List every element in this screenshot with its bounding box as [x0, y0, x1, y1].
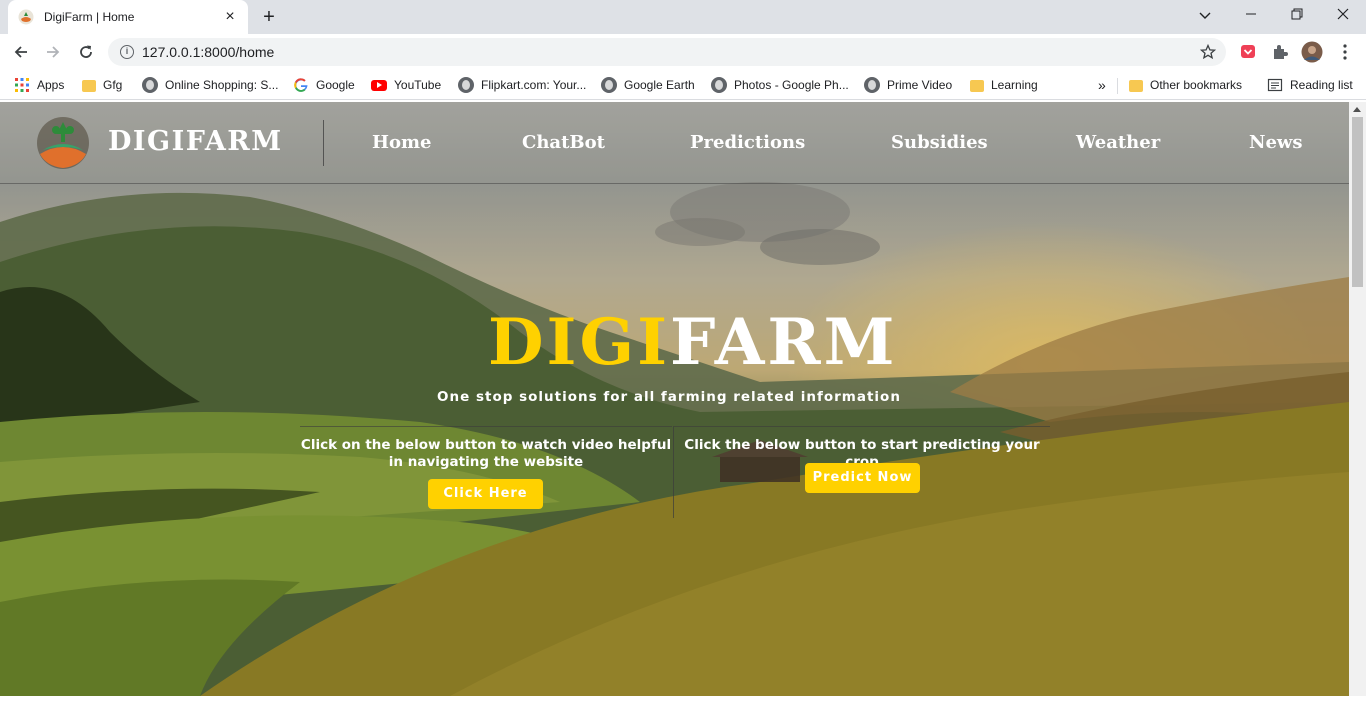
new-tab-icon[interactable]: +: [259, 7, 279, 27]
bookmark-learning[interactable]: Learning: [970, 76, 1038, 94]
bookmarks-divider: [1117, 78, 1118, 94]
bookmarks-overflow-chevron-icon[interactable]: »: [1098, 76, 1106, 94]
globe-icon: [711, 77, 727, 93]
bookmark-label: Prime Video: [887, 78, 953, 92]
reading-list-icon: [1267, 78, 1283, 92]
nav-predictions[interactable]: Predictions: [690, 132, 805, 153]
bookmark-label: Other bookmarks: [1150, 78, 1243, 92]
apps-grid-icon: [15, 78, 29, 92]
browser-menu-icon[interactable]: [1334, 41, 1356, 63]
bookmark-label: Gfg: [103, 78, 123, 92]
back-icon[interactable]: [10, 41, 32, 63]
minimize-icon[interactable]: [1239, 5, 1263, 25]
tab-close-icon[interactable]: ×: [222, 9, 238, 25]
youtube-icon: [371, 79, 387, 91]
nav-chatbot[interactable]: ChatBot: [522, 132, 605, 153]
forward-icon[interactable]: [42, 41, 64, 63]
bookmark-google-earth[interactable]: Google Earth: [601, 76, 695, 94]
bookmark-star-icon[interactable]: [1200, 44, 1216, 60]
bookmark-label: Online Shopping: S...: [165, 78, 279, 92]
nav-subsidies[interactable]: Subsidies: [891, 132, 988, 153]
bookmark-apps[interactable]: Apps: [14, 76, 64, 94]
folder-icon: [970, 80, 984, 92]
hero-title-farm: FARM: [670, 305, 898, 380]
bookmarks-bar: Apps Gfg Online Shopping: S... Google Yo…: [0, 70, 1366, 100]
bookmark-label: Apps: [37, 78, 65, 92]
globe-icon: [864, 77, 880, 93]
bookmark-flipkart[interactable]: Flipkart.com: Your...: [458, 76, 586, 94]
extensions-puzzle-icon[interactable]: [1271, 43, 1289, 61]
bookmark-label: Learning: [991, 78, 1038, 92]
profile-avatar[interactable]: [1301, 41, 1323, 63]
hero-title: DIGIFARM: [488, 307, 897, 379]
predict-now-button[interactable]: Predict Now: [805, 463, 920, 493]
globe-icon: [458, 77, 474, 93]
header-divider: [323, 120, 324, 166]
bookmark-label: Flipkart.com: Your...: [481, 78, 587, 92]
bookmark-label: Google Earth: [624, 78, 695, 92]
digifarm-favicon-icon: [18, 9, 34, 25]
bookmark-label: Google: [316, 78, 355, 92]
browser-tab-active[interactable]: DigiFarm | Home ×: [8, 0, 248, 34]
bookmark-prime-video[interactable]: Prime Video: [864, 76, 952, 94]
scroll-thumb[interactable]: [1352, 117, 1363, 287]
browser-toolbar: i 127.0.0.1:8000/home: [0, 34, 1366, 70]
tab-title: DigiFarm | Home: [44, 10, 135, 24]
reload-icon[interactable]: [75, 41, 97, 63]
hero-section: DIGIFARM Home ChatBot Predictions Subsid…: [0, 102, 1349, 696]
globe-icon: [142, 77, 158, 93]
address-bar[interactable]: i 127.0.0.1:8000/home: [108, 38, 1226, 66]
close-window-icon[interactable]: [1331, 5, 1355, 25]
bookmark-online-shopping[interactable]: Online Shopping: S...: [142, 76, 278, 94]
bookmark-label: Reading list: [1290, 78, 1353, 92]
scroll-up-arrow-icon[interactable]: [1353, 107, 1361, 112]
bookmark-other-bookmarks[interactable]: Other bookmarks: [1129, 76, 1242, 94]
bookmark-google[interactable]: Google: [293, 76, 355, 94]
site-header: DIGIFARM Home ChatBot Predictions Subsid…: [0, 102, 1349, 184]
globe-icon: [601, 77, 617, 93]
tab-search-chevron-icon[interactable]: [1193, 5, 1217, 25]
bookmark-label: YouTube: [394, 78, 442, 92]
bookmark-youtube[interactable]: YouTube: [371, 76, 441, 94]
google-icon: [294, 78, 308, 92]
folder-icon: [1129, 80, 1143, 92]
nav-news[interactable]: News: [1249, 132, 1303, 153]
bookmark-gfg[interactable]: Gfg: [82, 76, 122, 94]
bookmark-reading-list[interactable]: Reading list: [1267, 76, 1353, 94]
page-scrollbar[interactable]: [1349, 102, 1366, 696]
click-here-button[interactable]: Click Here: [428, 479, 543, 509]
folder-icon: [82, 80, 96, 92]
hero-subtitle: One stop solutions for all farming relat…: [437, 389, 901, 405]
site-logo-text[interactable]: DIGIFARM: [108, 126, 283, 157]
restore-icon[interactable]: [1285, 5, 1309, 25]
nav-home[interactable]: Home: [372, 132, 432, 153]
browser-tab-strip: DigiFarm | Home × +: [0, 0, 1366, 34]
pocket-extension-icon[interactable]: [1239, 43, 1257, 61]
bookmark-google-photos[interactable]: Photos - Google Ph...: [711, 76, 849, 94]
hero-title-digi: DIGI: [488, 305, 671, 380]
video-cta-text: Click on the below button to watch video…: [300, 437, 672, 470]
bookmark-label: Photos - Google Ph...: [734, 78, 849, 92]
site-info-icon[interactable]: i: [120, 45, 134, 59]
nav-weather[interactable]: Weather: [1076, 132, 1160, 153]
page-viewport: DIGIFARM Home ChatBot Predictions Subsid…: [0, 102, 1366, 728]
url-text[interactable]: 127.0.0.1:8000/home: [142, 44, 274, 60]
digifarm-logo-icon[interactable]: [36, 114, 90, 172]
